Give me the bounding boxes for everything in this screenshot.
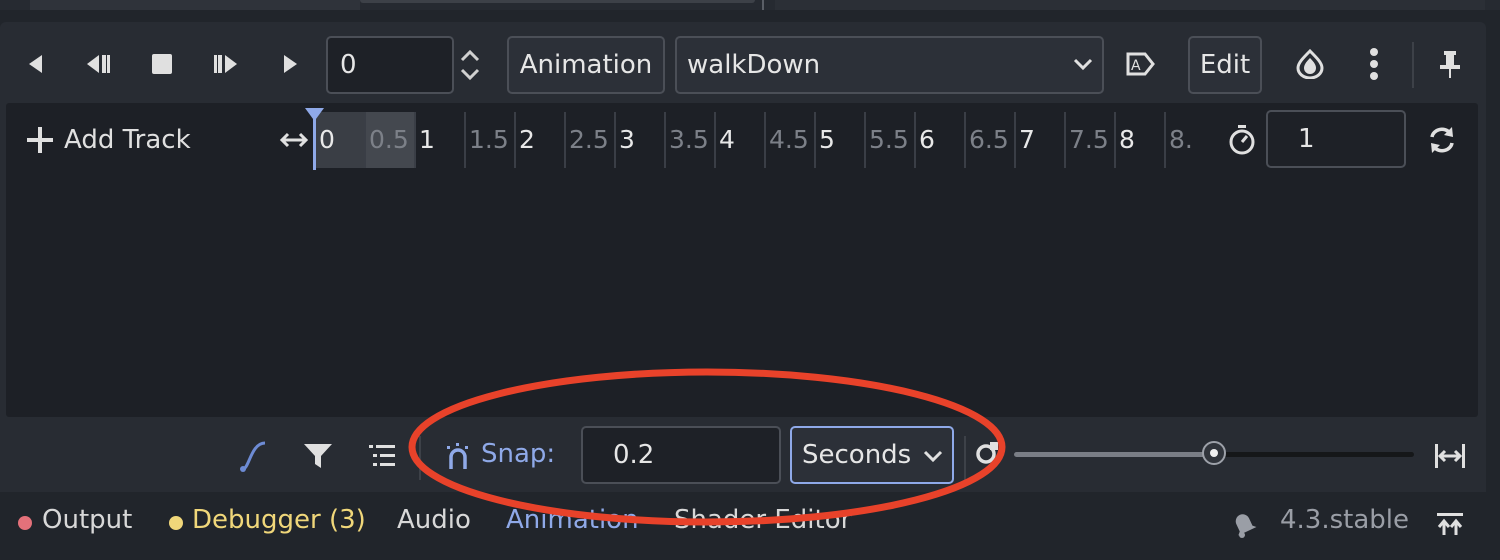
timeline-tick: 2.5 (564, 112, 609, 168)
tab-shader-editor[interactable]: Shader Editor (674, 505, 851, 535)
zoom-slider-fill (1014, 452, 1214, 457)
timeline-tick: 4 (714, 112, 735, 168)
time-input[interactable]: 0 (326, 36, 454, 94)
tab-output[interactable]: Output (42, 505, 132, 535)
pin-icon[interactable] (1432, 44, 1468, 84)
timeline-tick: 4.5 (764, 112, 809, 168)
zoom-icon[interactable] (970, 436, 1006, 472)
timeline-tick: 6 (914, 112, 935, 168)
timeline-tick: 0.5 (364, 112, 409, 168)
toolbar-separator (419, 436, 421, 480)
tab-animation[interactable]: Animation (506, 505, 639, 535)
timeline-tick: 2 (514, 112, 535, 168)
step-forward-icon[interactable] (208, 44, 244, 84)
scroll-thumb[interactable] (360, 0, 755, 3)
debugger-status-dot (169, 516, 183, 530)
expand-panel-icon[interactable] (1432, 504, 1468, 544)
svg-text:A: A (1131, 58, 1141, 74)
animation-length-value: 1 (1298, 124, 1315, 154)
timeline-tick: 7 (1014, 112, 1035, 168)
snap-label: Snap: (481, 439, 556, 469)
playhead-marker[interactable] (305, 108, 324, 122)
output-status-dot (18, 516, 32, 530)
chevron-down-icon (923, 450, 943, 463)
toolbar-separator (1412, 42, 1414, 88)
more-icon[interactable] (1358, 42, 1390, 86)
timeline-fit-icon[interactable] (278, 126, 310, 154)
timeline-tick: 7.5 (1064, 112, 1109, 168)
snap-unit-select[interactable]: Seconds (790, 426, 954, 484)
timeline-tick: 8. (1164, 112, 1196, 168)
fit-to-view-icon[interactable] (1430, 436, 1470, 476)
play-icon[interactable] (272, 44, 308, 84)
timeline-tick: 3.5 (664, 112, 709, 168)
loop-icon[interactable] (1422, 120, 1462, 160)
time-input-value: 0 (340, 50, 357, 80)
add-track-label: Add Track (64, 125, 191, 155)
onion-skin-icon[interactable] (1290, 44, 1330, 84)
spin-arrows-icon[interactable] (456, 44, 484, 86)
timeline-tick: 3 (614, 112, 635, 168)
top-strip (0, 0, 1500, 10)
tab-debugger[interactable]: Debugger (3) (192, 505, 366, 535)
tab-audio[interactable]: Audio (397, 505, 471, 535)
snap-magnet-icon[interactable] (440, 438, 476, 474)
animation-select[interactable]: walkDown (675, 36, 1104, 94)
chevron-down-icon (1073, 58, 1093, 71)
zoom-slider-thumb[interactable] (1202, 441, 1226, 465)
step-backward-icon[interactable] (80, 44, 116, 84)
track-list-icon[interactable] (364, 438, 400, 474)
animation-menu-button[interactable]: Animation (507, 36, 665, 94)
version-label: 4.3.stable (1280, 505, 1410, 535)
animation-length-input[interactable]: 1 (1266, 110, 1406, 168)
timeline-tick: 6.5 (964, 112, 1009, 168)
panel-strip (775, 0, 1485, 10)
snap-unit-value: Seconds (802, 440, 912, 470)
timeline-tick: 5.5 (864, 112, 909, 168)
splitter[interactable] (762, 0, 764, 10)
timeline-tick: 1.5 (464, 112, 509, 168)
animation-select-value: walkDown (687, 50, 821, 80)
stop-icon[interactable] (144, 44, 180, 84)
add-track-button[interactable]: Add Track (24, 118, 304, 162)
zoom-slider-track[interactable] (1014, 441, 1414, 465)
edit-button-label: Edit (1199, 50, 1251, 80)
snap-value-input[interactable]: 0.2 (581, 426, 781, 484)
play-backwards-icon[interactable] (18, 44, 54, 84)
bell-icon[interactable] (1226, 504, 1262, 544)
timeline-tick: 8 (1114, 112, 1135, 168)
filter-icon[interactable] (300, 438, 336, 474)
snap-value: 0.2 (613, 440, 655, 470)
timer-icon (1224, 120, 1260, 160)
scroll-area (30, 0, 360, 10)
autoplay-icon[interactable]: A (1120, 44, 1160, 84)
toolbar-separator (964, 436, 966, 480)
edit-button[interactable]: Edit (1188, 36, 1262, 94)
animation-menu-label: Animation (519, 50, 653, 80)
timeline-tick: 1 (414, 112, 435, 168)
plus-icon (27, 127, 53, 153)
timeline-tick: 5 (814, 112, 835, 168)
bezier-curve-icon[interactable] (236, 436, 272, 476)
